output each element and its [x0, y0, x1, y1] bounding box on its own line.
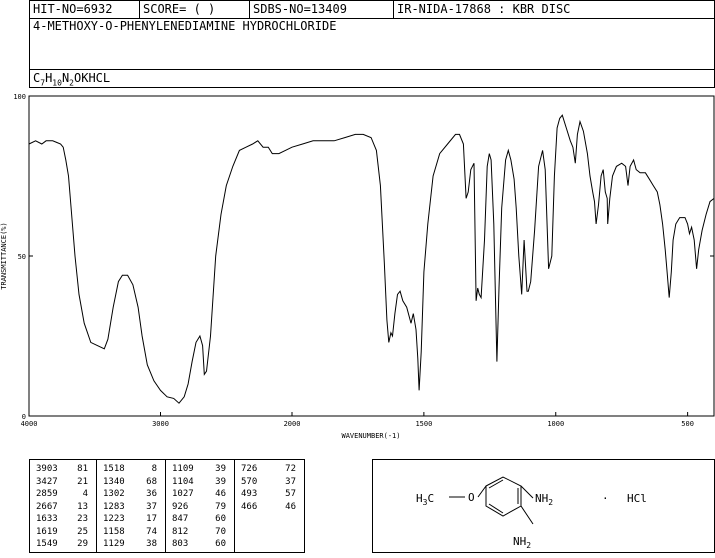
peak-transmittance: 36: [146, 489, 157, 499]
y-axis: 050100: [13, 93, 714, 421]
peak-column: 726 72 570 37 493 57 466 46: [235, 460, 304, 552]
peak-wavenumber: 1619: [36, 526, 58, 537]
peak-wavenumber: 493: [241, 489, 258, 499]
bond-ring-nh2-2: [520, 505, 534, 525]
peak-transmittance: 68: [146, 476, 157, 487]
peak-wavenumber: 1283: [103, 501, 125, 512]
peak-transmittance: 17: [146, 514, 157, 524]
peak-transmittance: 74: [146, 526, 157, 537]
structure-box: H3C O NH2 NH2 · HCl: [372, 459, 715, 553]
salt-dot: ·: [602, 492, 609, 505]
peak-transmittance: 46: [215, 489, 226, 499]
x-tick-label: 4000: [21, 420, 38, 428]
peak-transmittance: 70: [215, 526, 226, 537]
peak-transmittance: 60: [215, 514, 226, 524]
peak-wavenumber: 1129: [103, 539, 125, 549]
peak-transmittance: 46: [285, 501, 296, 512]
peak-transmittance: 60: [215, 539, 226, 549]
peak-wavenumber: 2667: [36, 501, 58, 512]
peak-transmittance: 39: [215, 464, 226, 474]
peak-transmittance: 38: [146, 539, 157, 549]
x-tick-label: 2000: [284, 420, 301, 428]
peak-transmittance: 8: [151, 464, 157, 474]
peak-wavenumber: 1027: [172, 489, 194, 499]
x-tick-label: 500: [681, 420, 694, 428]
peak-wavenumber: 466: [241, 501, 258, 512]
formula-rest: OKHCL: [74, 71, 111, 85]
peak-wavenumber: 3427: [36, 476, 58, 487]
molecular-formula: C7H10N2OKHCL: [29, 69, 715, 88]
peak-wavenumber: 812: [172, 526, 189, 537]
y-tick-label: 100: [13, 93, 26, 101]
compound-name-row: 4-METHOXY-O-PHENYLENEDIAMINE HYDROCHLORI…: [29, 18, 715, 70]
peak-column: 1109 39 1104 39 1027 46 926 79 847 60 812 70 803 60: [166, 460, 235, 552]
x-axis-label: WAVENUMBER(-1): [341, 432, 400, 440]
x-axis: 4000 3000 2000 1500 1000 500: [21, 412, 694, 428]
x-tick-label: 3000: [152, 420, 169, 428]
peak-transmittance: 25: [77, 526, 88, 537]
hit-number: HIT-NO=6932: [30, 1, 140, 18]
peak-wavenumber: 926: [172, 501, 189, 512]
amine-1-label: NH2: [535, 492, 553, 507]
peak-wavenumber: 847: [172, 514, 189, 524]
sdbs-number: SDBS-NO=13409: [250, 1, 394, 18]
peak-transmittance: 29: [77, 539, 88, 549]
peak-wavenumber: 803: [172, 539, 189, 549]
oxygen-label: O: [468, 491, 475, 504]
compound-name: 4-METHOXY-O-PHENYLENEDIAMINE HYDROCHLORI…: [33, 19, 337, 33]
formula-h-count: 10: [52, 78, 62, 88]
peak-transmittance: 23: [77, 514, 88, 524]
y-tick-label: 50: [18, 253, 26, 261]
peak-wavenumber: 1633: [36, 514, 58, 524]
peak-wavenumber: 570: [241, 476, 258, 487]
peak-wavenumber: 1109: [172, 464, 194, 474]
peak-wavenumber: 1549: [36, 539, 58, 549]
peak-transmittance: 21: [77, 476, 88, 487]
peak-transmittance: 39: [215, 476, 226, 487]
plot-frame: [28, 95, 715, 417]
peak-wavenumber: 2859: [36, 489, 58, 499]
peak-transmittance: 79: [215, 501, 226, 512]
peak-transmittance: 57: [285, 489, 296, 499]
header-bar: HIT-NO=6932 SCORE= ( ) SDBS-NO=13409 IR-…: [29, 0, 715, 19]
peak-column: 3903 81 3427 21 2859 4 2667 13 1633 23 1619 25 1549 2…: [30, 460, 97, 552]
structure-diagram: H3C O NH2 NH2 · HCl: [416, 476, 647, 550]
x-tick-label: 1000: [547, 420, 564, 428]
peak-wavenumber: 726: [241, 464, 258, 474]
peak-wavenumber: 1302: [103, 489, 125, 499]
y-axis-label: TRANSMITTANCE(%): [0, 222, 8, 289]
peak-transmittance: 4: [82, 489, 88, 499]
peak-wavenumber: 1104: [172, 476, 194, 487]
methoxy-label: H3C: [416, 492, 434, 507]
peak-transmittance: 13: [77, 501, 88, 512]
salt-label: HCl: [627, 492, 647, 505]
ir-spectrum-chart: 050100 4000 3000 2000 1500 1000 500 WAVENUMBE…: [0, 93, 715, 440]
peak-column: 1518 8 1340 68 1302 36 1283 37 1223 17 1158 74 1129 3…: [97, 460, 166, 552]
peak-wavenumber: 1340: [103, 476, 125, 487]
bond-ring-nh2-1: [520, 485, 534, 499]
peak-wavenumber: 3903: [36, 464, 58, 474]
ir-info: IR-NIDA-17868 : KBR DISC: [397, 2, 571, 16]
benzene-ring: [485, 476, 522, 517]
peak-transmittance: 37: [146, 501, 157, 512]
peak-transmittance: 72: [285, 464, 296, 474]
peak-transmittance: 37: [285, 476, 296, 487]
amine-2-label: NH2: [513, 535, 531, 550]
peak-wavenumber: 1223: [103, 514, 125, 524]
x-tick-label: 1500: [415, 420, 432, 428]
peak-wavenumber: 1158: [103, 526, 125, 537]
peak-wavenumber: 1518: [103, 464, 125, 474]
peak-table: 3903 81 3427 21 2859 4 2667 13 1633 23 1619 25 1549 2…: [29, 459, 305, 553]
spectrum-line: [28, 114, 715, 404]
peak-transmittance: 81: [77, 464, 88, 474]
bond-o-ring: [477, 485, 487, 498]
score: SCORE= ( ): [140, 1, 250, 18]
